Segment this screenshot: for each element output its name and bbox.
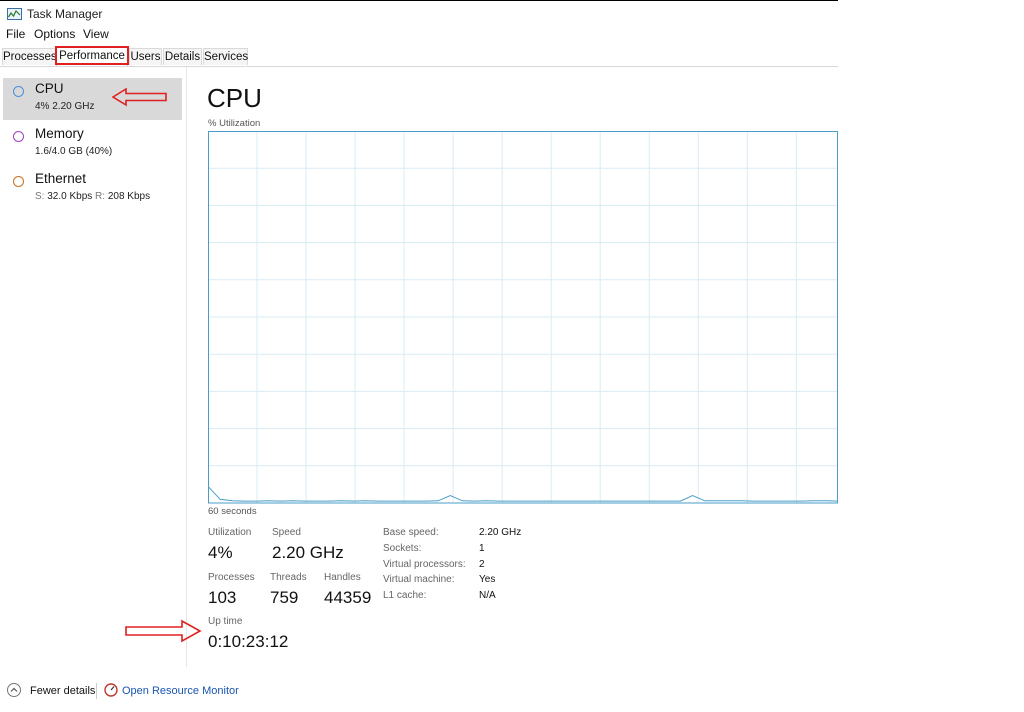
processes-label: Processes	[208, 572, 255, 583]
resource-sidebar: CPU 4% 2.20 GHz Memory 1.6/4.0 GB (40%) …	[0, 67, 187, 667]
handles-value: 44359	[324, 588, 372, 607]
base-speed-label: Base speed:	[383, 527, 439, 538]
sidebar-item-ethernet[interactable]: Ethernet S: 32.0 Kbps R: 208 Kbps	[3, 168, 182, 210]
graph-y-label: % Utilization	[208, 118, 261, 129]
uptime-annotation-arrow	[125, 619, 202, 643]
sidebar-item-label: Ethernet	[35, 171, 87, 186]
l1-cache-value: N/A	[479, 590, 496, 601]
speed-value: 2.20 GHz	[272, 543, 344, 562]
footer-divider	[96, 683, 97, 699]
cpu-indicator-icon	[13, 86, 24, 97]
utilization-label: Utilization	[208, 527, 252, 538]
window-top-border	[0, 0, 838, 1]
virtual-processors-label: Virtual processors:	[383, 559, 466, 570]
menu-file[interactable]: File	[6, 27, 25, 41]
sockets-label: Sockets:	[383, 543, 422, 554]
uptime-value: 0:10:23:12	[208, 632, 289, 651]
threads-label: Threads	[270, 572, 307, 583]
sockets-value: 1	[479, 543, 485, 554]
fewer-details-link[interactable]: Fewer details	[30, 685, 95, 697]
sidebar-item-label: CPU	[35, 81, 64, 96]
page-title: CPU	[207, 83, 262, 113]
processes-value: 103	[208, 588, 237, 607]
task-manager-window: Task Manager File Options View Processes…	[0, 0, 838, 712]
window-title: Task Manager	[27, 7, 103, 21]
tab-details[interactable]: Details	[163, 48, 202, 65]
virtual-machine-label: Virtual machine:	[383, 574, 455, 585]
menu-options[interactable]: Options	[34, 27, 75, 41]
ethernet-indicator-icon	[13, 176, 24, 187]
threads-value: 759	[270, 588, 299, 607]
task-manager-icon	[7, 8, 22, 20]
speed-label: Speed	[272, 527, 301, 538]
sidebar-item-detail: 4% 2.20 GHz	[35, 101, 95, 112]
cpu-utilization-graph	[208, 131, 838, 504]
receive-label: R:	[95, 191, 106, 202]
receive-value: 208 Kbps	[105, 191, 151, 202]
base-speed-value: 2.20 GHz	[479, 527, 522, 538]
tab-users[interactable]: Users	[129, 48, 162, 65]
memory-indicator-icon	[13, 131, 24, 142]
sidebar-item-label: Memory	[35, 126, 84, 141]
virtual-machine-value: Yes	[479, 574, 496, 585]
resource-monitor-icon[interactable]	[104, 683, 118, 697]
l1-cache-label: L1 cache:	[383, 590, 427, 601]
cpu-annotation-arrow	[112, 87, 167, 107]
utilization-value: 4%	[208, 543, 233, 562]
chevron-up-icon[interactable]	[7, 683, 21, 697]
performance-tab-annotation-box	[55, 46, 129, 65]
cpu-usage-line	[208, 485, 838, 502]
tab-processes[interactable]: Processes	[2, 48, 57, 65]
open-resource-monitor-link[interactable]: Open Resource Monitor	[122, 685, 239, 697]
virtual-processors-value: 2	[479, 559, 485, 570]
tab-services[interactable]: Services	[203, 48, 248, 65]
sidebar-item-detail: S: 32.0 Kbps R: 208 Kbps	[35, 191, 150, 202]
uptime-label: Up time	[208, 616, 243, 627]
send-value: 32.0 Kbps	[44, 191, 96, 202]
handles-label: Handles	[324, 572, 361, 583]
graph-time-label: 60 seconds	[208, 506, 257, 517]
title-bar	[0, 2, 838, 26]
graph-grid	[208, 131, 838, 503]
sidebar-item-memory[interactable]: Memory 1.6/4.0 GB (40%)	[3, 123, 182, 165]
sidebar-item-detail: 1.6/4.0 GB (40%)	[35, 146, 113, 157]
menu-view[interactable]: View	[83, 27, 109, 41]
